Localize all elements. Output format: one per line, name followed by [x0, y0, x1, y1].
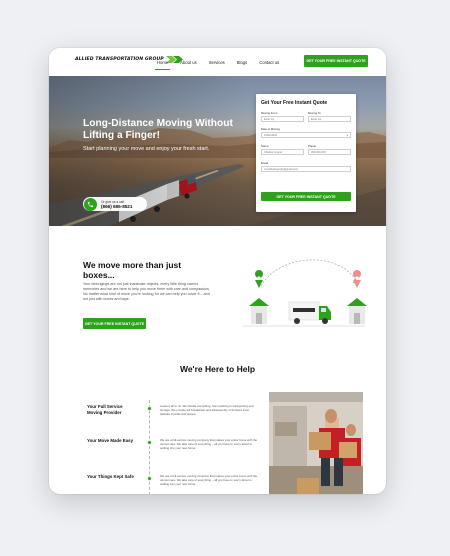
- house-to-house-truck-illustration: [243, 259, 367, 327]
- service-title-safe: Your Things Kept Safe: [87, 474, 134, 479]
- chevron-down-icon: ▾: [346, 134, 348, 137]
- call-text: Or give us a call: (866) 686-8521: [101, 200, 132, 209]
- nav-services[interactable]: Services: [209, 60, 225, 65]
- nav-contact[interactable]: Contact us: [259, 60, 279, 65]
- moving-from-input[interactable]: Enter zip: [261, 116, 304, 122]
- call-button[interactable]: Or give us a call: (866) 686-8521: [83, 197, 147, 211]
- timeline-dot: [147, 476, 152, 481]
- name-input[interactable]: Charles Cooper: [261, 149, 304, 155]
- section-more-body: Your belongings are not just inanimate o…: [83, 282, 210, 301]
- phone-label: Phone: [308, 144, 317, 148]
- moving-to-input[interactable]: Enter zip: [308, 116, 351, 122]
- moving-date-select[interactable]: 01/01/2022 ▾: [261, 132, 351, 138]
- house-right: [347, 298, 367, 324]
- nav-blogs[interactable]: Blogs: [237, 60, 247, 65]
- phone-input[interactable]: 000-000-000: [308, 149, 351, 155]
- header-quote-button[interactable]: GET YOUR FREE INSTANT QUOTE: [304, 55, 368, 67]
- website-screen: ALLIED TRANSPORTATION GROUP Home About u…: [49, 48, 386, 494]
- movers-with-boxes-image: [269, 392, 363, 494]
- hero-subtitle: Start planning your move and enjoy your …: [83, 146, 210, 152]
- moving-from-label: Moving From: [261, 111, 278, 115]
- name-label: Name: [261, 144, 269, 148]
- nav-home[interactable]: Home: [154, 60, 171, 71]
- service-title-full: Your Full Service Moving Provider: [87, 404, 123, 415]
- logo-text: ALLIED TRANSPORTATION GROUP: [75, 57, 164, 62]
- section-more-quote-button[interactable]: GET YOUR FREE INSTANT QUOTE: [83, 318, 146, 329]
- nav-about[interactable]: About us: [180, 60, 197, 65]
- section-help-title: We're Here to Help: [179, 364, 256, 374]
- moving-to-label: Moving To: [308, 111, 321, 115]
- device-frame: ALLIED TRANSPORTATION GROUP Home About u…: [49, 48, 386, 494]
- quote-form-card: Get Your Free Instant Quote Moving From …: [256, 94, 356, 212]
- house-left: [249, 298, 269, 324]
- service-desc-full: Leave it all to us. We handle everything…: [160, 404, 254, 416]
- moving-date-value: 01/01/2022: [264, 134, 277, 137]
- phone-icon: [84, 197, 97, 211]
- email-input[interactable]: cmcolbedsample@gmail.com: [261, 166, 351, 172]
- call-number: (866) 686-8521: [101, 203, 133, 209]
- service-desc-easy: We are a full-service moving company tha…: [160, 438, 258, 450]
- timeline-dot: [147, 440, 152, 445]
- service-title-easy: Your Move Made Easy: [87, 438, 134, 443]
- email-label: Email: [261, 161, 268, 165]
- moving-illustration: [239, 256, 369, 338]
- hero-title: Long-Distance Moving Without Lifting a F…: [83, 118, 233, 141]
- quote-submit-button[interactable]: GET YOUR FREE INSTANT QUOTE: [261, 192, 351, 201]
- section-more-title: We move more than just boxes...: [83, 260, 182, 280]
- service-desc-safe: We are a full-service moving company tha…: [160, 474, 258, 486]
- site-header: ALLIED TRANSPORTATION GROUP Home About u…: [49, 48, 386, 76]
- timeline-dot: [147, 406, 152, 411]
- movers-photo: [269, 392, 363, 494]
- main-nav: Home About us Services Blogs Contact us: [154, 60, 279, 71]
- truck: [288, 301, 331, 324]
- moving-date-label: Date of Moving: [261, 127, 280, 131]
- quote-form-title: Get Your Free Instant Quote: [261, 100, 328, 106]
